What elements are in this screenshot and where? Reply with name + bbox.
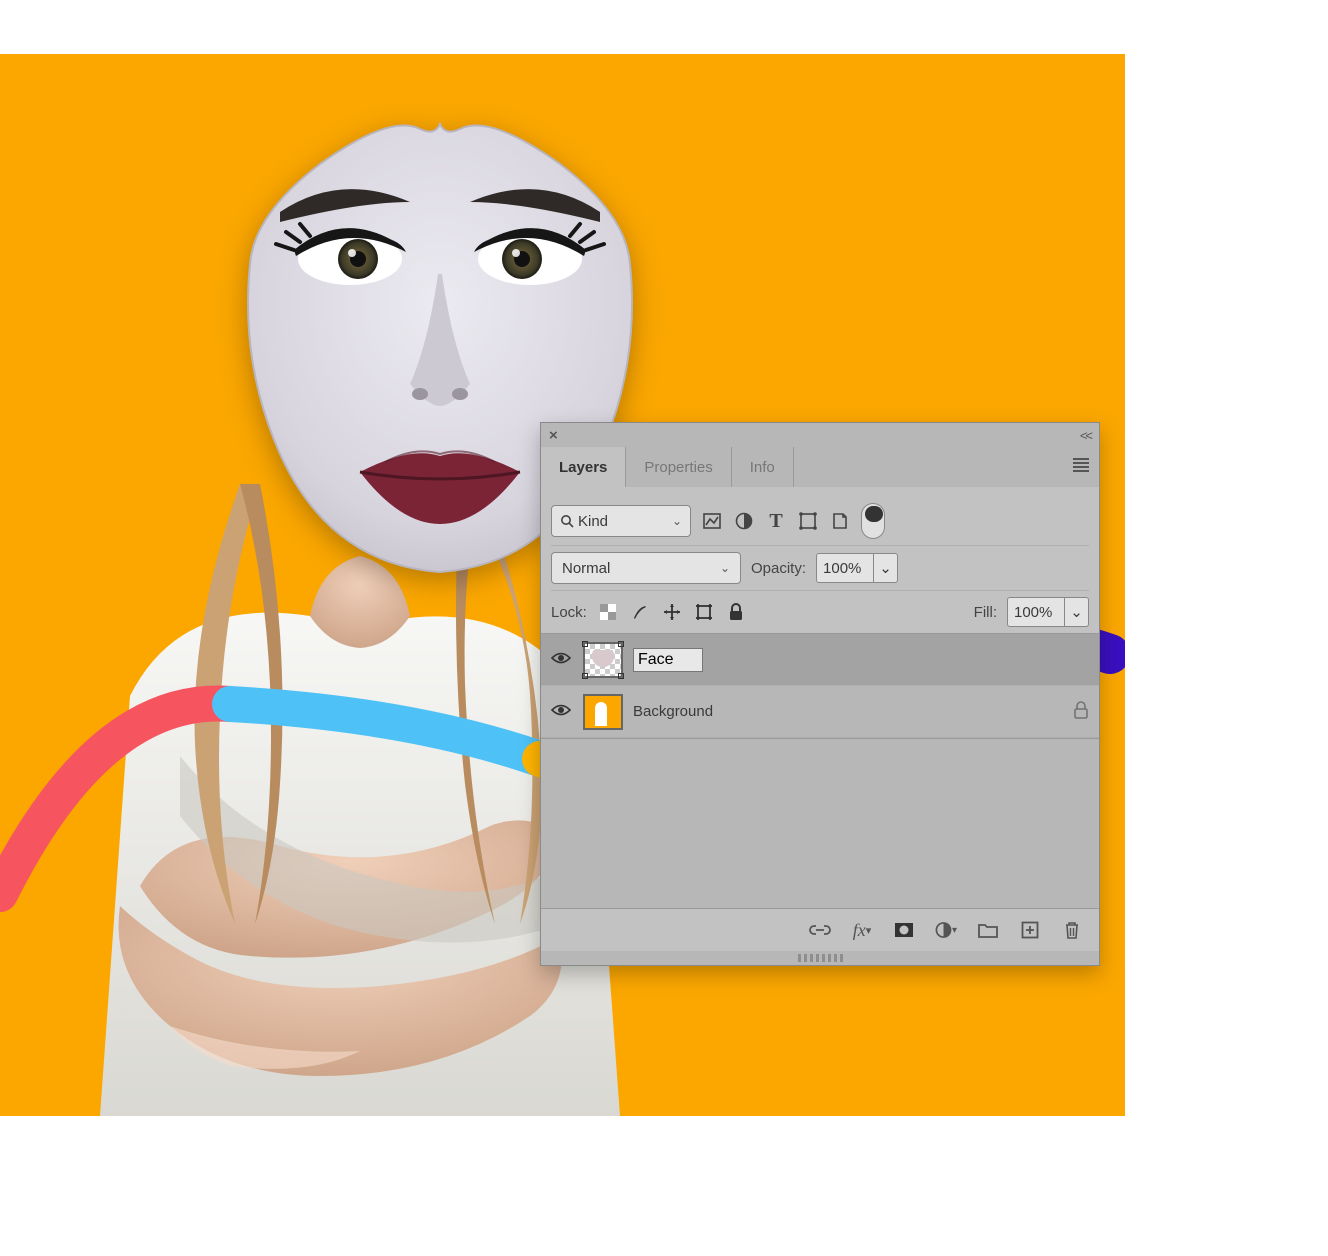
panel-close-icon[interactable]: × [549, 427, 558, 444]
panel-collapse-icon[interactable]: << [1080, 428, 1091, 443]
chevron-down-icon[interactable]: ⌄ [874, 553, 898, 583]
layer-name-input[interactable] [633, 648, 703, 672]
chevron-down-icon: ⌄ [672, 514, 682, 528]
opacity-value[interactable]: 100% [816, 553, 874, 583]
layer-thumbnail[interactable] [583, 694, 623, 730]
panel-menu-icon[interactable] [1073, 456, 1089, 478]
panel-tabs: Layers Properties Info [541, 447, 1099, 487]
layer-row-face[interactable] [541, 634, 1099, 686]
document-canvas[interactable]: × << Layers Properties Info Kind ⌄ [0, 54, 1125, 1116]
lock-all-icon[interactable] [725, 601, 747, 623]
link-layers-icon[interactable] [809, 919, 831, 941]
lock-position-icon[interactable] [661, 601, 683, 623]
opacity-field[interactable]: 100% ⌄ [816, 553, 898, 583]
add-adjustment-icon[interactable]: ▾ [935, 919, 957, 941]
fill-field[interactable]: 100% ⌄ [1007, 597, 1089, 627]
layer-fx-icon[interactable]: fx▾ [851, 919, 873, 941]
fill-value[interactable]: 100% [1007, 597, 1065, 627]
tab-layers[interactable]: Layers [541, 447, 626, 487]
layers-panel[interactable]: × << Layers Properties Info Kind ⌄ [540, 422, 1100, 966]
filter-kind-label: Kind [578, 513, 608, 530]
filter-adjustment-icon[interactable] [733, 510, 755, 532]
chevron-down-icon: ⌄ [720, 561, 730, 575]
tab-properties[interactable]: Properties [626, 447, 731, 487]
chevron-down-icon[interactable]: ⌄ [1065, 597, 1089, 627]
delete-layer-icon[interactable] [1061, 919, 1083, 941]
layer-row-background[interactable]: Background [541, 686, 1099, 738]
blend-mode-select[interactable]: Normal ⌄ [551, 552, 741, 584]
filter-smartobject-icon[interactable] [829, 510, 851, 532]
lock-artboard-icon[interactable] [693, 601, 715, 623]
visibility-toggle-icon[interactable] [551, 703, 573, 721]
new-group-icon[interactable] [977, 919, 999, 941]
new-layer-icon[interactable] [1019, 919, 1041, 941]
lock-transparency-icon[interactable] [597, 601, 619, 623]
lock-pixels-icon[interactable] [629, 601, 651, 623]
lock-label: Lock: [551, 604, 587, 621]
visibility-toggle-icon[interactable] [551, 651, 573, 669]
add-mask-icon[interactable] [893, 919, 915, 941]
panel-resize-grip[interactable] [541, 951, 1099, 965]
filter-pixel-icon[interactable] [701, 510, 723, 532]
fill-label: Fill: [974, 604, 997, 621]
filter-toggle[interactable] [861, 503, 885, 539]
layer-filter-select[interactable]: Kind ⌄ [551, 505, 691, 537]
layers-footer: fx▾ ▾ [541, 908, 1099, 951]
layers-list: Background [541, 633, 1099, 738]
layers-empty-area[interactable] [541, 738, 1099, 908]
opacity-label: Opacity: [751, 560, 806, 577]
tab-info[interactable]: Info [732, 447, 794, 487]
lock-icon[interactable] [1073, 701, 1089, 723]
layer-name-edit[interactable] [633, 648, 1089, 672]
layer-name-label[interactable]: Background [633, 703, 1063, 720]
search-icon [560, 514, 574, 528]
layer-thumbnail[interactable] [583, 642, 623, 678]
filter-shape-icon[interactable] [797, 510, 819, 532]
filter-type-icon[interactable]: T [765, 510, 787, 532]
blend-mode-value: Normal [562, 560, 610, 577]
